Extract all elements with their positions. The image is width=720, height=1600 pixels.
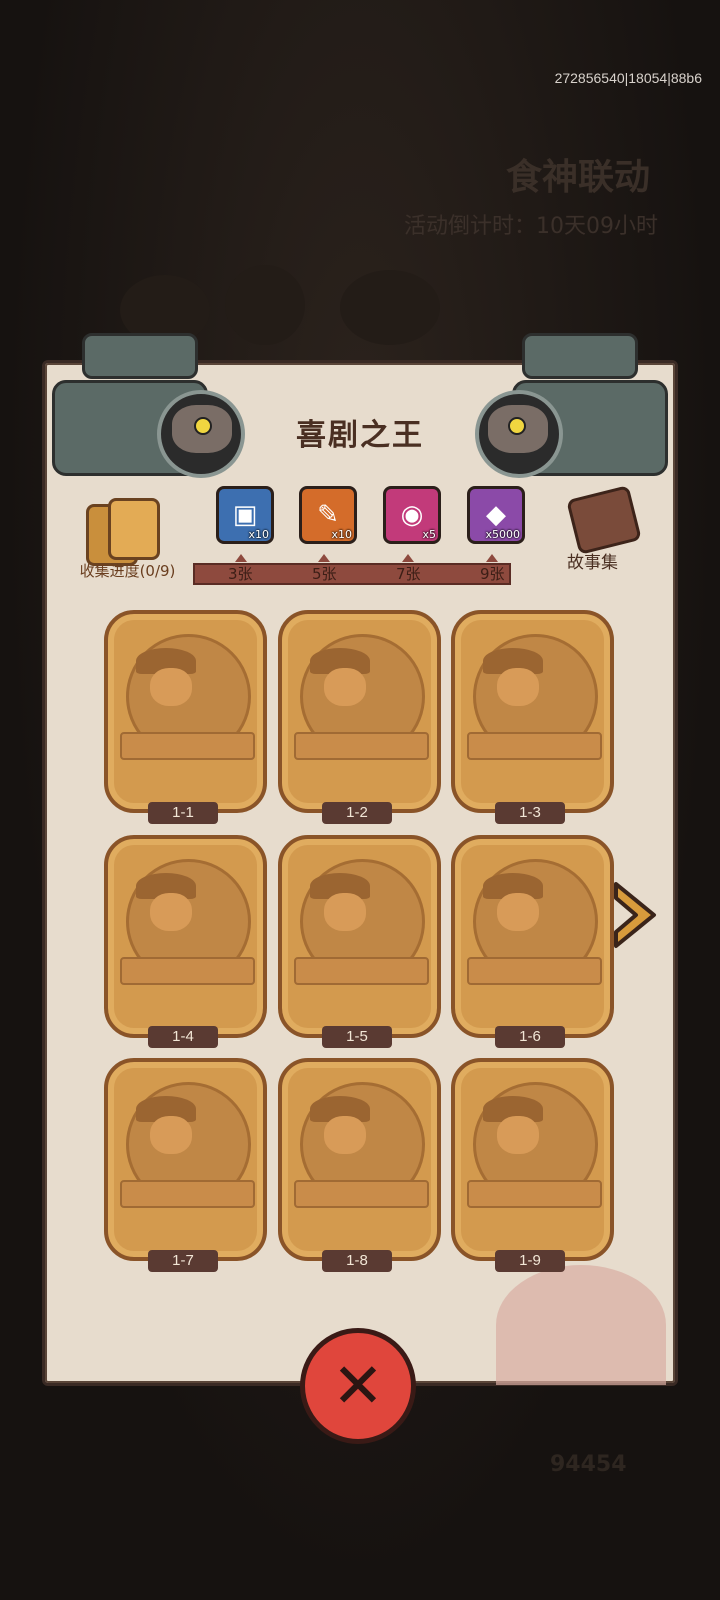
card-label: 1-3 bbox=[495, 802, 565, 824]
card-label: 1-7 bbox=[148, 1250, 218, 1272]
coin-count: 94454 bbox=[550, 1452, 627, 1477]
card-stack-icon bbox=[86, 498, 160, 566]
background-pot bbox=[340, 270, 440, 345]
reward-treasure-chest[interactable]: ▣ x10 bbox=[216, 486, 274, 544]
card-label: 1-9 bbox=[495, 1250, 565, 1272]
purple-orb-icon: ◉ bbox=[400, 500, 424, 530]
tier-label-3: 3张 bbox=[228, 565, 253, 583]
storybook-label[interactable]: 故事集 bbox=[567, 548, 618, 573]
collection-progress-label: 收集进度(0/9) bbox=[79, 562, 176, 580]
card-1-4[interactable] bbox=[104, 835, 267, 1038]
card-1-7[interactable] bbox=[104, 1058, 267, 1261]
debug-info: 272856540|18054|88b6 bbox=[554, 70, 702, 86]
card-label: 1-8 bbox=[322, 1250, 392, 1272]
wax-seal-stamp bbox=[496, 1265, 666, 1385]
tier-pointer bbox=[402, 554, 414, 562]
card-label: 1-6 bbox=[495, 1026, 565, 1048]
tier-pointer bbox=[318, 554, 330, 562]
close-icon: ✕ bbox=[332, 1349, 384, 1422]
card-1-1[interactable] bbox=[104, 610, 267, 813]
tier-label-9: 9张 bbox=[480, 565, 505, 583]
card-label: 1-4 bbox=[148, 1026, 218, 1048]
card-1-5[interactable] bbox=[278, 835, 441, 1038]
card-label: 1-5 bbox=[322, 1026, 392, 1048]
tier-pointer bbox=[235, 554, 247, 562]
tier-label-7: 7张 bbox=[396, 565, 421, 583]
reward-scroll-key[interactable]: ✎ x10 bbox=[299, 486, 357, 544]
next-page-arrow-icon[interactable] bbox=[612, 880, 658, 950]
card-1-3[interactable] bbox=[451, 610, 614, 813]
event-title: 食神联动 bbox=[505, 157, 650, 198]
card-1-2[interactable] bbox=[278, 610, 441, 813]
event-countdown: 活动倒计时：10天09小时 bbox=[404, 214, 658, 239]
card-1-9[interactable] bbox=[451, 1058, 614, 1261]
reward-crystal-gem[interactable]: ◆ x5000 bbox=[467, 486, 525, 544]
card-1-8[interactable] bbox=[278, 1058, 441, 1261]
scroll-key-icon: ✎ bbox=[317, 500, 339, 530]
close-button[interactable]: ✕ bbox=[300, 1328, 416, 1444]
reward-purple-orb[interactable]: ◉ x5 bbox=[383, 486, 441, 544]
card-label: 1-2 bbox=[322, 802, 392, 824]
card-1-6[interactable] bbox=[451, 835, 614, 1038]
tier-label-5: 5张 bbox=[312, 565, 337, 583]
crystal-gem-icon: ◆ bbox=[486, 500, 506, 530]
panel-title: 喜剧之王 bbox=[296, 418, 424, 453]
treasure-chest-icon: ▣ bbox=[232, 500, 258, 530]
tier-pointer bbox=[486, 554, 498, 562]
card-label: 1-1 bbox=[148, 802, 218, 824]
